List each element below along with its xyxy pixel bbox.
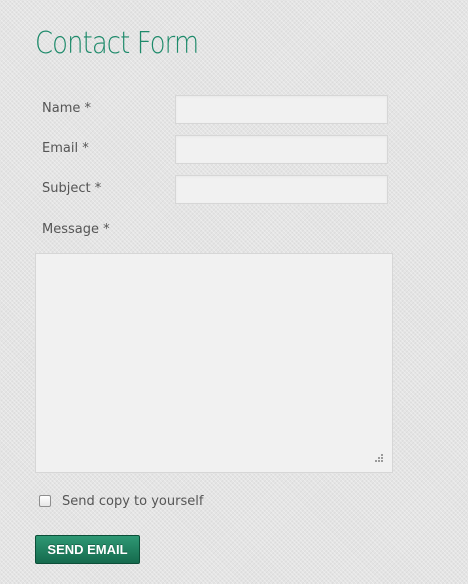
send-copy-label[interactable]: Send copy to yourself [62,494,203,509]
email-label: Email * [42,141,89,156]
send-copy-checkbox[interactable] [39,495,51,507]
resize-grip-icon[interactable] [372,453,384,465]
name-label: Name * [42,101,91,116]
subject-label: Subject * [42,181,102,196]
send-email-button[interactable]: SEND EMAIL [35,535,140,564]
message-textarea[interactable] [35,253,393,473]
page-title: Contact Form [35,26,199,61]
subject-field[interactable] [175,175,388,204]
name-field[interactable] [175,95,388,124]
email-field[interactable] [175,135,388,164]
message-label: Message * [42,222,110,237]
